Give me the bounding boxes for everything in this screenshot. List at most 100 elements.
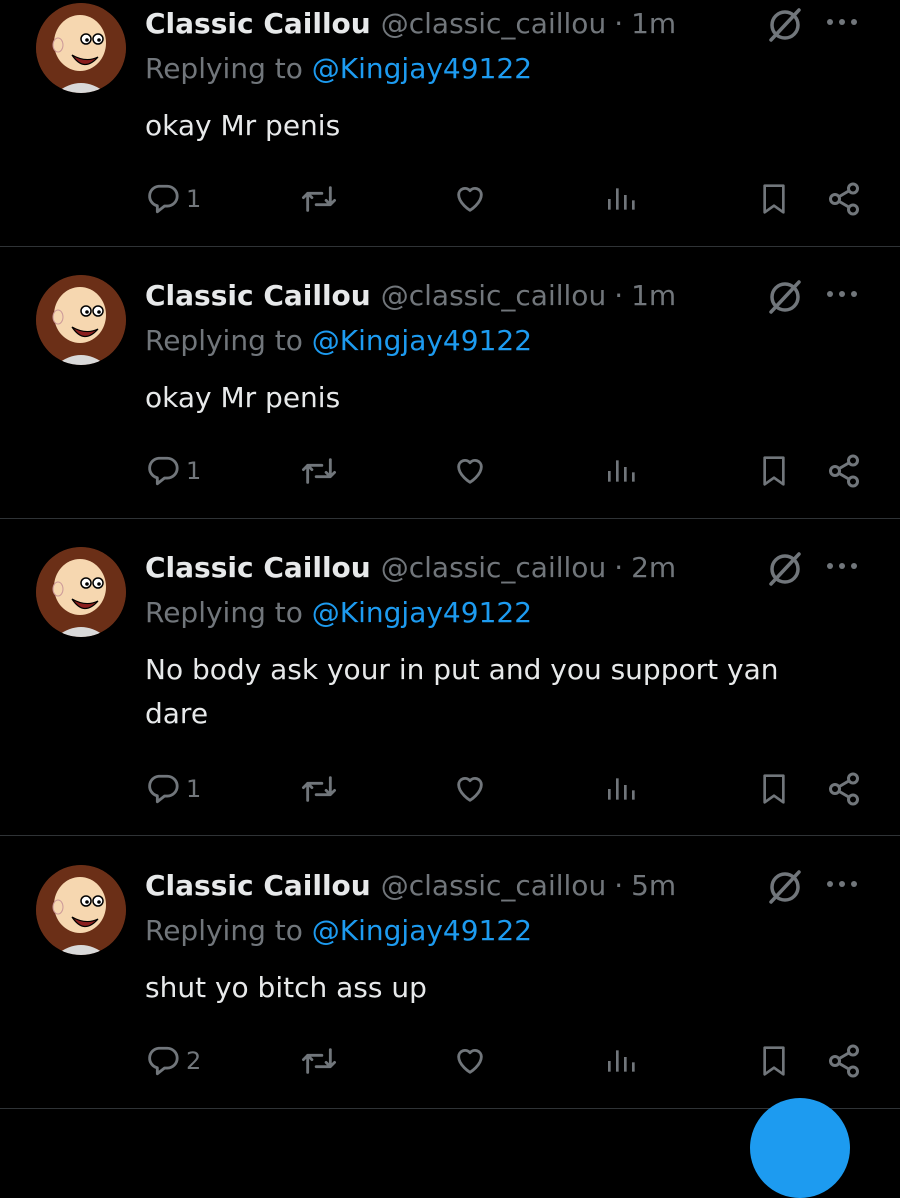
tweet-header: Classic Caillou @classic_caillou · 2m	[145, 544, 676, 590]
reply-count: 1	[186, 457, 202, 485]
tweet-header: Classic Caillou @classic_caillou · 1m	[145, 272, 676, 318]
replying-to: Replying to @Kingjay49122	[145, 914, 532, 947]
tweet-text: No body ask your in put and you support …	[145, 653, 779, 730]
display-name[interactable]: Classic Caillou	[145, 279, 371, 312]
more-icon[interactable]	[822, 274, 862, 314]
more-icon[interactable]	[822, 546, 862, 586]
reply-button[interactable]: 1	[146, 446, 201, 496]
tweet-text: okay Mr penis	[145, 109, 341, 142]
user-handle[interactable]: @classic_caillou	[381, 551, 606, 584]
like-button[interactable]	[452, 446, 488, 496]
separator: ·	[614, 550, 624, 584]
more-icon[interactable]	[822, 864, 862, 904]
heart-icon	[457, 777, 483, 802]
reply-count: 1	[186, 775, 202, 803]
replying-to: Replying to @Kingjay49122	[145, 596, 532, 629]
tweet[interactable]: Classic Caillou @classic_caillou · 5m Re…	[0, 862, 900, 1109]
tweet-header: Classic Caillou @classic_caillou · 5m	[145, 862, 676, 908]
share-button[interactable]	[826, 764, 862, 814]
retweet-icon	[301, 458, 336, 484]
share-button[interactable]	[826, 446, 862, 496]
caillou-avatar-icon[interactable]	[36, 547, 126, 637]
mention-link[interactable]: @Kingjay49122	[312, 914, 532, 947]
views-button[interactable]	[604, 1036, 636, 1086]
grok-icon[interactable]	[765, 276, 805, 316]
bookmark-icon	[763, 456, 785, 486]
action-bar: 1	[0, 446, 900, 496]
bookmark-button[interactable]	[758, 174, 790, 224]
reply-button[interactable]: 1	[146, 174, 201, 224]
compose-button[interactable]	[750, 1098, 850, 1198]
caillou-avatar-icon[interactable]	[36, 865, 126, 955]
reply-icon	[148, 1046, 179, 1076]
action-bar: 1	[0, 174, 900, 224]
like-button[interactable]	[452, 174, 488, 224]
tweet-text: okay Mr penis	[145, 381, 341, 414]
like-button[interactable]	[452, 1036, 488, 1086]
views-button[interactable]	[604, 174, 636, 224]
more-icon[interactable]	[822, 2, 862, 42]
retweet-button[interactable]	[300, 1036, 338, 1086]
action-bar: 2	[0, 1036, 900, 1086]
views-icon	[608, 188, 635, 210]
separator: ·	[614, 278, 624, 312]
views-button[interactable]	[604, 764, 636, 814]
share-icon	[829, 182, 859, 216]
reply-button[interactable]: 2	[146, 1036, 201, 1086]
share-icon	[829, 1044, 859, 1078]
retweet-icon	[301, 186, 336, 212]
bookmark-button[interactable]	[758, 764, 790, 814]
share-button[interactable]	[826, 174, 862, 224]
timestamp[interactable]: 1m	[631, 279, 676, 312]
retweet-button[interactable]	[300, 446, 338, 496]
action-bar: 1	[0, 764, 900, 814]
reply-count: 1	[186, 185, 202, 213]
caillou-avatar-icon[interactable]	[36, 275, 126, 365]
reply-icon	[148, 456, 179, 486]
retweet-button[interactable]	[300, 764, 338, 814]
bookmark-button[interactable]	[758, 446, 790, 496]
tweet[interactable]: Classic Caillou @classic_caillou · 2m Re…	[0, 544, 900, 836]
bookmark-icon	[763, 774, 785, 804]
retweet-icon	[301, 776, 336, 802]
mention-link[interactable]: @Kingjay49122	[312, 52, 532, 85]
mention-link[interactable]: @Kingjay49122	[312, 596, 532, 629]
timestamp[interactable]: 5m	[631, 869, 676, 902]
reply-count: 2	[186, 1047, 202, 1075]
views-icon	[608, 1050, 635, 1072]
replying-to-label: Replying to	[145, 324, 303, 357]
grok-icon[interactable]	[765, 866, 805, 906]
separator: ·	[614, 6, 624, 40]
replying-to-label: Replying to	[145, 596, 303, 629]
tweet[interactable]: Classic Caillou @classic_caillou · 1m Re…	[0, 0, 900, 247]
reply-icon	[148, 184, 179, 214]
reply-button[interactable]: 1	[146, 764, 201, 814]
retweet-icon	[301, 1048, 336, 1074]
caillou-avatar-icon[interactable]	[36, 3, 126, 93]
bookmark-button[interactable]	[758, 1036, 790, 1086]
like-button[interactable]	[452, 764, 488, 814]
share-button[interactable]	[826, 1036, 862, 1086]
user-handle[interactable]: @classic_caillou	[381, 279, 606, 312]
views-icon	[608, 778, 635, 800]
retweet-button[interactable]	[300, 174, 338, 224]
timestamp[interactable]: 1m	[631, 7, 676, 40]
timestamp[interactable]: 2m	[631, 551, 676, 584]
heart-icon	[457, 459, 483, 484]
user-handle[interactable]: @classic_caillou	[381, 869, 606, 902]
grok-icon[interactable]	[765, 4, 805, 44]
display-name[interactable]: Classic Caillou	[145, 7, 371, 40]
views-button[interactable]	[604, 446, 636, 496]
share-icon	[829, 772, 859, 806]
tweet[interactable]: Classic Caillou @classic_caillou · 1m Re…	[0, 272, 900, 519]
display-name[interactable]: Classic Caillou	[145, 869, 371, 902]
tweet-text: shut yo bitch ass up	[145, 971, 427, 1004]
replying-to-label: Replying to	[145, 914, 303, 947]
mention-link[interactable]: @Kingjay49122	[312, 324, 532, 357]
grok-icon[interactable]	[765, 548, 805, 588]
bookmark-icon	[763, 1046, 785, 1076]
user-handle[interactable]: @classic_caillou	[381, 7, 606, 40]
display-name[interactable]: Classic Caillou	[145, 551, 371, 584]
replying-to: Replying to @Kingjay49122	[145, 52, 532, 85]
replying-to-label: Replying to	[145, 52, 303, 85]
